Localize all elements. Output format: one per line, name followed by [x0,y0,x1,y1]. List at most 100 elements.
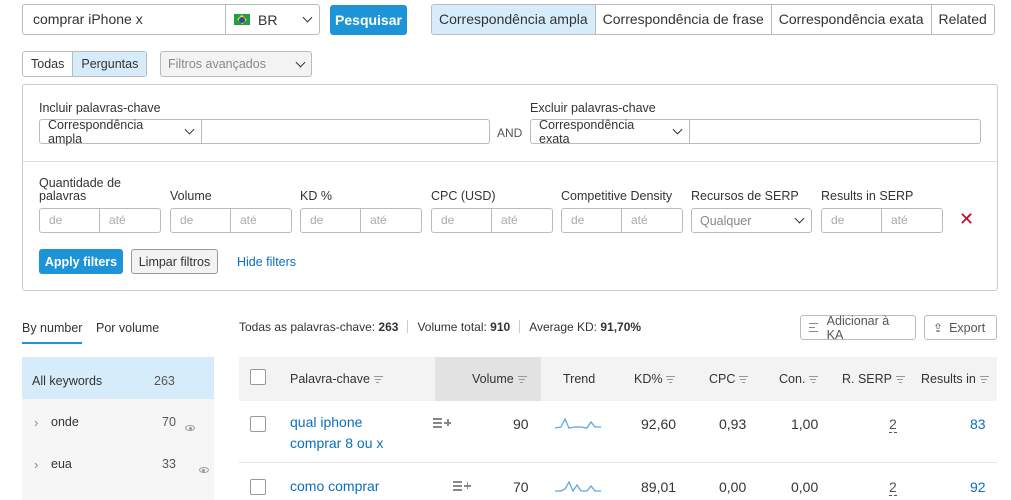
density-to[interactable]: até [622,208,683,233]
exclude-match-select[interactable]: Correspondência exata [530,117,690,146]
divider [22,161,998,162]
kd-range: de até [300,208,422,233]
results-from[interactable]: de [821,208,882,233]
clear-filters-button[interactable]: Limpar filtros [131,249,218,274]
tab-by-volume[interactable]: Por volume [96,321,159,335]
cpc-filter-label: CPC (USD) [431,189,496,203]
volume-to[interactable]: até [231,208,292,233]
cpc-value: 0,93 [719,416,747,432]
filter-icon [517,376,527,383]
export-icon: ⇪ [933,320,944,335]
word-count-to[interactable]: até [100,208,161,233]
summary-stats: Todas as palavras-chave: 263 Volume tota… [239,320,641,334]
chevron-right-icon[interactable]: › [34,415,38,430]
results-in-serp-label: Results in SERP [821,189,914,203]
export-label: Export [949,320,986,335]
results-range: de até [821,208,943,233]
chevron-down-icon [672,124,683,135]
trend-sparkline [555,417,601,429]
group-label[interactable]: eua [51,457,72,471]
exclude-keywords-label: Excluir palavras-chave [530,101,656,115]
database-select[interactable]: BR [225,4,320,35]
hide-filters-link[interactable]: Hide filters [237,255,296,269]
group-count: 263 [154,374,175,388]
chevron-down-icon [184,124,195,135]
column-header-serp[interactable]: R. SERP [842,372,906,386]
search-input[interactable]: comprar iPhone x [22,4,225,35]
include-keywords-input[interactable] [202,119,490,144]
advanced-filters-dropdown[interactable]: Filtros avançados [160,51,312,77]
competition-value: 0,00 [791,479,819,495]
kd-filter-label: KD % [300,189,332,203]
apply-filters-button[interactable]: Apply filters [39,249,123,274]
select-all-checkbox[interactable] [250,369,266,385]
tab-all[interactable]: Todas [23,52,72,76]
chevron-down-icon [794,213,805,224]
eye-icon[interactable] [198,467,209,473]
tab-broad-match[interactable]: Correspondência ampla [432,5,595,34]
group-count: 70 [162,415,176,429]
group-label: All keywords [32,374,103,388]
group-label[interactable]: onde [51,415,79,429]
kd-to[interactable]: até [361,208,422,233]
all-keywords-summary: Todas as palavras-chave: 263 [239,320,399,334]
eye-icon[interactable] [185,425,195,431]
tab-phrase-match[interactable]: Correspondência de frase [594,5,771,34]
tab-by-number[interactable]: By number [22,321,83,344]
cpc-to[interactable]: até [492,208,553,233]
column-header-cpc[interactable]: CPC [709,372,749,386]
filter-icon [979,376,989,383]
volume-range: de até [170,208,292,233]
add-to-list-icon[interactable] [452,481,471,493]
filter-icon [666,376,676,383]
results-link[interactable]: 83 [970,416,986,432]
column-header-keyword[interactable]: Palavra-chave [290,372,383,386]
row-checkbox[interactable] [250,479,266,495]
column-header-con[interactable]: Con. [779,372,819,386]
kd-value: 89,01 [641,479,677,495]
chevron-down-icon [295,57,306,67]
volume-filter-label: Volume [170,189,212,203]
include-match-select[interactable]: Correspondência ampla [39,117,202,146]
remove-filter-icon[interactable]: ✕ [959,209,974,230]
density-from[interactable]: de [561,208,622,233]
and-label: AND [497,126,523,140]
keyword-link[interactable]: como comprar [290,476,379,497]
row-divider [239,462,997,463]
word-count-from[interactable]: de [39,208,100,233]
results-to[interactable]: até [882,208,943,233]
exclude-match-value: Correspondência exata [539,117,635,146]
row-checkbox[interactable] [250,416,266,432]
column-header-volume[interactable]: Volume [472,372,527,386]
serp-link[interactable]: 2 [889,416,897,433]
export-button[interactable]: ⇪ Export [924,315,997,340]
search-button[interactable]: Pesquisar [330,5,407,35]
chevron-right-icon[interactable]: › [34,457,38,472]
word-count-label: Quantidade de palavras [39,176,122,203]
add-to-ka-button[interactable]: Adicionar à KA [800,314,916,342]
filter-icon [739,376,749,383]
exclude-keywords-input[interactable] [690,119,981,144]
tab-questions[interactable]: Perguntas [72,52,147,76]
results-link[interactable]: 92 [970,479,986,495]
column-header-kd[interactable]: KD% [634,372,676,386]
serp-link[interactable]: 2 [889,479,897,496]
volume-value: 90 [513,416,529,432]
column-header-results[interactable]: Results in [921,372,991,386]
keyword-link[interactable]: qual iphone comprar 8 ou x [290,412,383,454]
include-match-value: Correspondência ampla [48,117,144,146]
serp-features-value: Qualquer [700,213,752,228]
database-label: BR [258,11,278,28]
tab-exact-match[interactable]: Correspondência exata [770,5,931,34]
word-count-range: de até [39,208,161,233]
add-to-list-icon[interactable] [433,418,452,430]
volume-from[interactable]: de [170,208,231,233]
filter-icon [896,376,906,383]
serp-features-select[interactable]: Qualquer [691,208,812,233]
volume-value: 70 [513,479,529,495]
cpc-from[interactable]: de [431,208,492,233]
brazil-flag-icon [234,14,250,25]
tab-related[interactable]: Related [930,5,994,34]
average-kd-summary: Average KD: 91,70% [529,320,642,334]
kd-from[interactable]: de [300,208,361,233]
